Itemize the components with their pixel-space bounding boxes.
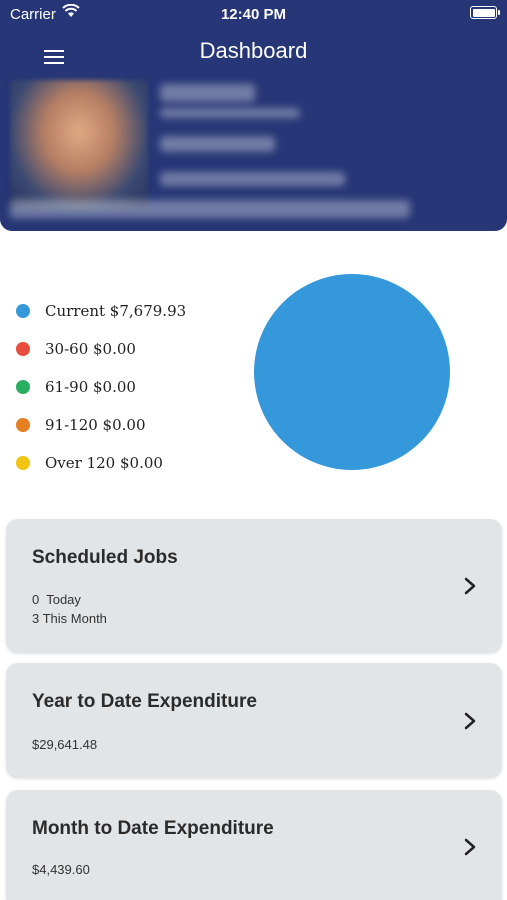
- card-title: Month to Date Expenditure: [32, 818, 274, 839]
- clock: 12:40 PM: [220, 6, 287, 23]
- status-bar: Carrier 12:40 PM: [0, 0, 507, 28]
- chevron-right-icon: [464, 838, 476, 856]
- chevron-right-icon: [464, 577, 476, 595]
- legend-label: 30-60 $0.00: [45, 340, 136, 358]
- chevron-right-icon: [464, 712, 476, 730]
- scheduled-jobs-card[interactable]: Scheduled Jobs 0 Today 3 This Month: [6, 519, 502, 653]
- legend-label: Current $7,679.93: [45, 302, 187, 320]
- pie-slice-current: [254, 274, 450, 470]
- ytd-expenditure-value: $29,641.48: [32, 737, 98, 752]
- blurred-user-detail: [160, 108, 300, 118]
- legend-dot: [16, 342, 30, 356]
- legend-dot: [16, 456, 30, 470]
- blurred-user-company: [160, 136, 275, 152]
- jobs-today-count: 0 Today: [32, 592, 81, 607]
- battery-icon: [470, 6, 500, 19]
- mtd-expenditure-value: $4,439.60: [32, 862, 90, 877]
- mtd-expenditure-card[interactable]: Month to Date Expenditure $4,439.60: [6, 790, 502, 900]
- legend-label: Over 120 $0.00: [45, 454, 163, 472]
- legend-item-current: Current $7,679.93: [16, 292, 186, 330]
- avatar: [10, 80, 148, 210]
- ytd-expenditure-card[interactable]: Year to Date Expenditure $29,641.48: [6, 663, 502, 778]
- card-title: Scheduled Jobs: [32, 547, 178, 568]
- page-title: Dashboard: [199, 38, 308, 63]
- legend-item-61-90: 61-90 $0.00: [16, 368, 186, 406]
- card-title: Year to Date Expenditure: [32, 691, 257, 712]
- legend-label: 91-120 $0.00: [45, 416, 146, 434]
- blurred-user-address: [10, 200, 410, 218]
- legend-item-over-120: Over 120 $0.00: [16, 444, 186, 482]
- blurred-user-name: [160, 84, 255, 102]
- legend-item-91-120: 91-120 $0.00: [16, 406, 186, 444]
- legend-dot: [16, 380, 30, 394]
- jobs-month-count: 3 This Month: [32, 611, 107, 626]
- profile-header: Carrier 12:40 PM Dashboard: [0, 0, 507, 231]
- aging-legend: Current $7,679.93 30-60 $0.00 61-90 $0.0…: [16, 292, 186, 482]
- aging-pie-chart: [254, 274, 450, 470]
- blurred-user-email: [160, 172, 345, 186]
- legend-dot: [16, 304, 30, 318]
- legend-label: 61-90 $0.00: [45, 378, 136, 396]
- legend-dot: [16, 418, 30, 432]
- legend-item-30-60: 30-60 $0.00: [16, 330, 186, 368]
